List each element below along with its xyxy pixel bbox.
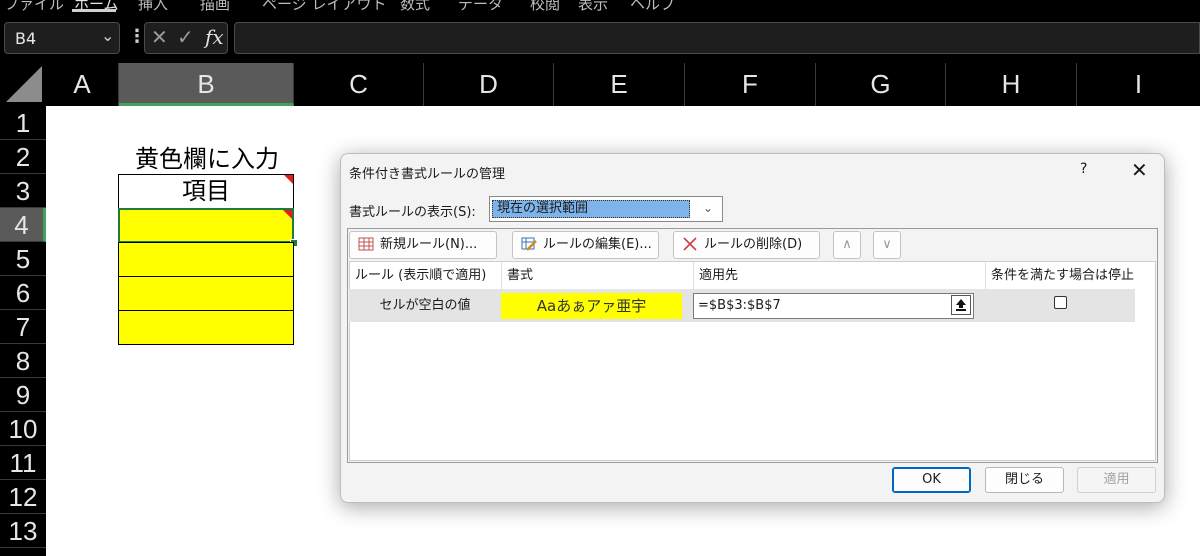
enter-icon[interactable]: ✓ bbox=[177, 25, 194, 49]
conditional-formatting-dialog: 条件付き書式ルールの管理 ? ✕ 書式ルールの表示(S): 現在の選択範囲 ⌄ … bbox=[340, 153, 1165, 503]
column-header-applies-to[interactable]: 適用先 bbox=[694, 262, 986, 289]
column-header-h[interactable]: H bbox=[946, 63, 1077, 106]
edit-rule-icon bbox=[521, 237, 537, 251]
select-all-triangle-icon bbox=[6, 66, 42, 102]
row-header-3[interactable]: 3 bbox=[0, 174, 46, 208]
row-header-11[interactable]: 11 bbox=[0, 446, 46, 480]
column-header-stop-if-true[interactable]: 条件を満たす場合は停止 bbox=[986, 262, 1136, 289]
name-box[interactable]: B4 ⌄ bbox=[4, 22, 120, 54]
delete-rule-label: ルールの削除(D) bbox=[704, 237, 803, 252]
tab-insert[interactable]: 挿入 bbox=[138, 0, 168, 14]
row-header-14[interactable]: 14 bbox=[0, 548, 46, 556]
new-rule-button[interactable]: 新規ルール(N)... bbox=[349, 231, 497, 259]
delete-icon bbox=[683, 237, 697, 251]
tab-view[interactable]: 表示 bbox=[578, 0, 608, 14]
help-button[interactable]: ? bbox=[1080, 161, 1087, 177]
new-rule-icon bbox=[358, 237, 374, 251]
upload-arrow-icon bbox=[956, 299, 966, 311]
formula-buttons: ✕ ✓ fx bbox=[144, 22, 228, 54]
tab-data[interactable]: データ bbox=[458, 0, 503, 14]
cancel-icon[interactable]: ✕ bbox=[151, 25, 168, 49]
row-header-7[interactable]: 7 bbox=[0, 310, 46, 344]
row-header-13[interactable]: 13 bbox=[0, 514, 46, 548]
name-box-value: B4 bbox=[15, 29, 37, 48]
column-header-d[interactable]: D bbox=[424, 63, 554, 106]
ok-button[interactable]: OK bbox=[892, 467, 971, 493]
chevron-down-icon[interactable]: ⌄ bbox=[101, 26, 114, 45]
move-up-button[interactable]: ∧ bbox=[833, 231, 861, 259]
show-rules-select[interactable]: 現在の選択範囲 ⌄ bbox=[489, 196, 723, 222]
delete-rule-button[interactable]: ルールの削除(D) bbox=[673, 231, 820, 259]
column-header-format[interactable]: 書式 bbox=[502, 262, 694, 289]
cell-b3-text: 項目 bbox=[182, 177, 230, 205]
dialog-title: 条件付き書式ルールの管理 bbox=[349, 167, 506, 182]
tab-review[interactable]: 校閲 bbox=[530, 0, 560, 14]
tab-page-layout[interactable]: ページ レイアウト bbox=[262, 0, 386, 14]
collapse-dialog-button[interactable] bbox=[951, 295, 971, 315]
column-header-a[interactable]: A bbox=[46, 63, 119, 106]
show-rules-value: 現在の選択範囲 bbox=[492, 200, 690, 218]
close-button[interactable]: 閉じる bbox=[985, 467, 1064, 493]
cell-b7[interactable] bbox=[118, 310, 294, 345]
close-icon[interactable]: ✕ bbox=[1131, 158, 1148, 182]
row-header-10[interactable]: 10 bbox=[0, 412, 46, 446]
row-header-1[interactable]: 1 bbox=[0, 106, 46, 140]
ribbon-tabs: ファイル ホーム 挿入 描画 ページ レイアウト 数式 データ 校閲 表示 ヘル… bbox=[0, 0, 1200, 16]
column-header-i[interactable]: I bbox=[1077, 63, 1200, 106]
new-rule-label: 新規ルール(N)... bbox=[380, 237, 478, 252]
row-header-6[interactable]: 6 bbox=[0, 276, 46, 310]
active-tab-indicator bbox=[72, 9, 116, 12]
edit-rule-label: ルールの編集(E)... bbox=[543, 237, 652, 252]
applies-to-input[interactable]: =$B$3:$B$7 bbox=[693, 293, 974, 319]
move-down-button[interactable]: ∨ bbox=[873, 231, 901, 259]
tab-help[interactable]: ヘルプ bbox=[630, 0, 675, 14]
rule-name: セルが空白の値 bbox=[379, 298, 471, 313]
row-header-2[interactable]: 2 bbox=[0, 140, 46, 174]
tab-formulas[interactable]: 数式 bbox=[400, 0, 430, 14]
column-header-f[interactable]: F bbox=[685, 63, 816, 106]
insert-function-icon[interactable]: fx bbox=[205, 25, 224, 49]
comment-marker-icon bbox=[283, 210, 292, 219]
applies-to-value: =$B$3:$B$7 bbox=[698, 298, 781, 313]
tab-draw[interactable]: 描画 bbox=[200, 0, 230, 14]
apply-button[interactable]: 適用 bbox=[1077, 467, 1156, 493]
row-header-4[interactable]: 4 bbox=[0, 208, 46, 242]
edit-rule-button[interactable]: ルールの編集(E)... bbox=[512, 231, 659, 259]
formula-input[interactable] bbox=[234, 22, 1200, 54]
cell-b4-selected[interactable] bbox=[118, 208, 294, 243]
comment-marker-icon bbox=[284, 175, 293, 184]
column-header-g[interactable]: G bbox=[816, 63, 946, 106]
column-header-e[interactable]: E bbox=[554, 63, 685, 106]
format-preview: Aaあぁアァ亜宇 bbox=[501, 293, 682, 319]
row-header-12[interactable]: 12 bbox=[0, 480, 46, 514]
row-header-5[interactable]: 5 bbox=[0, 242, 46, 276]
cell-b5[interactable] bbox=[118, 242, 294, 277]
column-header-rule[interactable]: ルール (表示順で適用) bbox=[350, 262, 502, 289]
stop-if-true-checkbox[interactable] bbox=[1054, 296, 1067, 309]
show-rules-label: 書式ルールの表示(S): bbox=[349, 205, 476, 220]
column-header-c[interactable]: C bbox=[294, 63, 424, 106]
cell-b2[interactable]: 黄色欄に入力 bbox=[120, 142, 294, 176]
row-header-8[interactable]: 8 bbox=[0, 344, 46, 378]
cell-b6[interactable] bbox=[118, 276, 294, 311]
tab-file[interactable]: ファイル bbox=[4, 0, 64, 14]
row-header-9[interactable]: 9 bbox=[0, 378, 46, 412]
chevron-down-icon[interactable]: ⌄ bbox=[703, 201, 713, 215]
column-header-b[interactable]: B bbox=[119, 63, 294, 106]
cell-b3[interactable]: 項目 bbox=[118, 174, 294, 209]
